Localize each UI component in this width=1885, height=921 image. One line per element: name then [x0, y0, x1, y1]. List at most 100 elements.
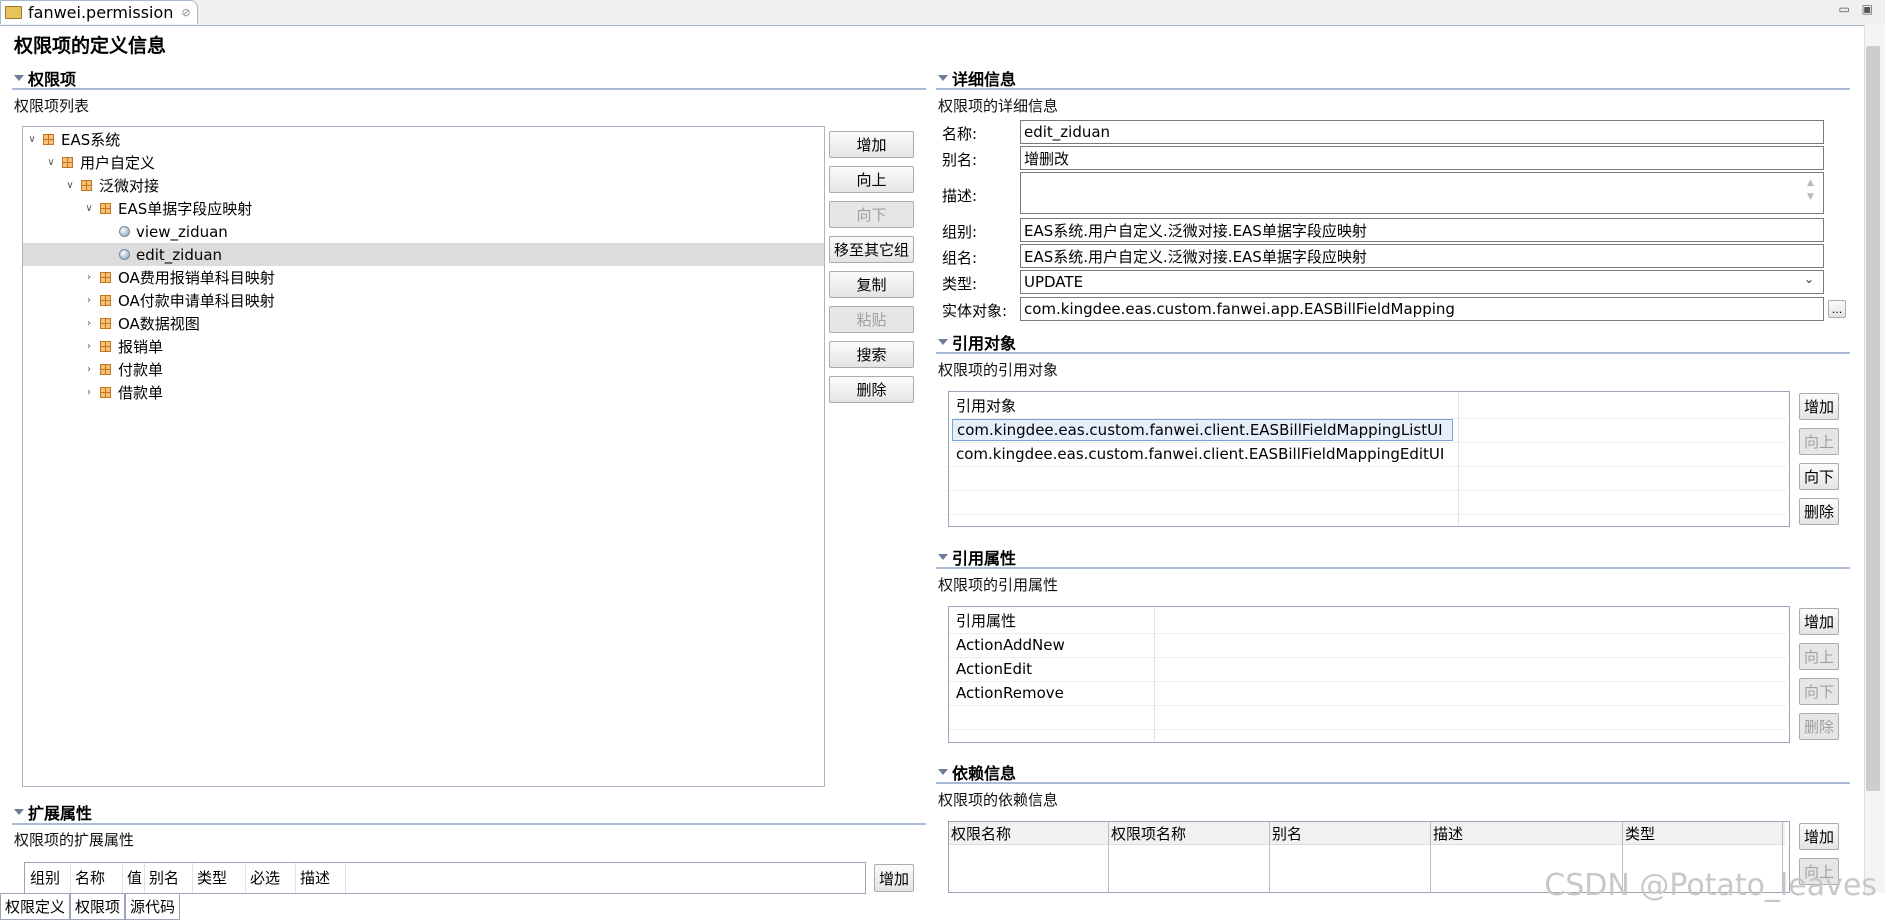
- name-field[interactable]: edit_ziduan: [1020, 120, 1824, 144]
- tree-item[interactable]: view_ziduan: [23, 220, 824, 243]
- table-row[interactable]: com.kingdee.eas.custom.fanwei.client.EAS…: [952, 443, 1457, 465]
- tree-item-label: EAS单据字段应映射: [118, 200, 253, 218]
- tree-item[interactable]: › OA费用报销单科目映射: [23, 266, 824, 289]
- ref-prop-action-button[interactable]: 增加: [1799, 608, 1839, 635]
- chevron-down-icon[interactable]: ∨: [65, 180, 75, 191]
- ext-column-header[interactable]: 别名: [149, 866, 179, 888]
- chevron-down-icon[interactable]: ∨: [46, 157, 56, 168]
- tree-item-label: 用户自定义: [80, 154, 156, 172]
- section-divider: [12, 823, 926, 825]
- chevron-right-icon[interactable]: ›: [84, 318, 94, 329]
- section-divider: [936, 88, 1850, 90]
- column-divider: [295, 863, 296, 893]
- section-ext-props[interactable]: 扩展属性: [14, 800, 92, 824]
- group-label: 组别:: [942, 223, 978, 241]
- bottom-tab[interactable]: 源代码: [125, 893, 181, 920]
- ref-object-action-button[interactable]: 增加: [1799, 393, 1839, 420]
- ext-column-header[interactable]: 必选: [250, 866, 280, 888]
- bottom-tab[interactable]: 权限定义: [0, 893, 71, 920]
- tree-action-button[interactable]: 复制: [829, 271, 914, 298]
- ref-prop-action-button[interactable]: 向上: [1799, 643, 1839, 670]
- section-permission-items[interactable]: 权限项: [14, 66, 76, 90]
- ref-object-action-button[interactable]: 向上: [1799, 428, 1839, 455]
- tree-item[interactable]: edit_ziduan: [23, 243, 824, 266]
- tree-item[interactable]: › OA付款申请单科目映射: [23, 289, 824, 312]
- deps-column-header[interactable]: 权限项名称: [1111, 822, 1186, 844]
- ext-column-header[interactable]: 描述: [300, 866, 330, 888]
- deps-column-header[interactable]: 权限名称: [951, 822, 1011, 844]
- tree-action-button[interactable]: 搜索: [829, 341, 914, 368]
- tree-item[interactable]: ∨ 泛微对接: [23, 174, 824, 197]
- chevron-down-icon[interactable]: ⌄: [1804, 272, 1814, 286]
- ref-props-table[interactable]: 引用属性 ActionAddNew ActionEdit ActionRemove: [948, 606, 1790, 743]
- type-select[interactable]: UPDATE: [1020, 270, 1824, 294]
- collapse-icon[interactable]: [938, 769, 948, 775]
- bottom-tab[interactable]: 权限项: [70, 893, 126, 920]
- section-deps[interactable]: 依赖信息: [938, 760, 1016, 784]
- deps-action-button[interactable]: 增加: [1799, 823, 1839, 850]
- deps-column-header[interactable]: 描述: [1433, 822, 1463, 844]
- table-row[interactable]: ActionRemove: [956, 682, 1064, 704]
- desc-field[interactable]: [1020, 172, 1824, 214]
- ext-column-header[interactable]: 值: [127, 866, 142, 888]
- deps-column-header[interactable]: 类型: [1625, 822, 1655, 844]
- tree-item-label: 借款单: [118, 384, 164, 402]
- tree-action-button[interactable]: 移至其它组: [829, 236, 914, 263]
- chevron-down-icon[interactable]: ∨: [84, 203, 94, 214]
- window-controls[interactable]: ▭ ▣: [1839, 2, 1878, 16]
- collapse-icon[interactable]: [14, 809, 24, 815]
- ext-column-header[interactable]: 类型: [197, 866, 227, 888]
- ref-object-action-button[interactable]: 删除: [1799, 498, 1839, 525]
- collapse-icon[interactable]: [14, 75, 24, 81]
- ext-add-button[interactable]: 增加: [874, 864, 914, 892]
- collapse-icon[interactable]: [938, 75, 948, 81]
- tree-item[interactable]: ∨ EAS系统: [23, 128, 824, 151]
- ext-props-table[interactable]: 组别 名称值别名 类型 必选 描述: [24, 862, 866, 894]
- collapse-icon[interactable]: [938, 554, 948, 560]
- close-icon[interactable]: ⊘: [181, 6, 190, 19]
- browse-button[interactable]: ...: [1828, 300, 1846, 318]
- tree-action-button[interactable]: 粘贴: [829, 306, 914, 333]
- tree-action-button[interactable]: 删除: [829, 376, 914, 403]
- ext-column-header[interactable]: 名称: [75, 866, 105, 888]
- tree-item[interactable]: › OA数据视图: [23, 312, 824, 335]
- ref-prop-action-button[interactable]: 向下: [1799, 678, 1839, 705]
- table-row[interactable]: ActionEdit: [956, 658, 1032, 680]
- groupname-field[interactable]: EAS系统.用户自定义.泛微对接.EAS单据字段应映射: [1020, 244, 1824, 268]
- section-ref-props[interactable]: 引用属性: [938, 545, 1016, 569]
- chevron-right-icon[interactable]: ›: [84, 295, 94, 306]
- table-row[interactable]: ActionAddNew: [956, 634, 1065, 656]
- editor-tab[interactable]: fanwei.permission ⊘: [0, 0, 198, 24]
- entity-field[interactable]: com.kingdee.eas.custom.fanwei.app.EASBil…: [1020, 297, 1824, 321]
- deps-column-header[interactable]: 别名: [1272, 822, 1302, 844]
- tree-item[interactable]: ∨ EAS单据字段应映射: [23, 197, 824, 220]
- desc-scroll-arrows[interactable]: ▲ ▼: [1807, 176, 1814, 204]
- alias-field[interactable]: 增删改: [1020, 146, 1824, 170]
- permission-tree[interactable]: ∨ EAS系统 ∨ 用户自定义 ∨ 泛微对接 ∨ EAS单据字段应映射 view_ziduan e…: [22, 126, 825, 787]
- section-ref-objects[interactable]: 引用对象: [938, 330, 1016, 354]
- type-select-value: UPDATE: [1024, 273, 1084, 291]
- tree-item[interactable]: › 付款单: [23, 358, 824, 381]
- column-divider: [1430, 822, 1431, 892]
- tree-action-button[interactable]: 向下: [829, 201, 914, 228]
- tree-item[interactable]: ∨ 用户自定义: [23, 151, 824, 174]
- tree-action-button[interactable]: 向上: [829, 166, 914, 193]
- ref-prop-action-button[interactable]: 删除: [1799, 713, 1839, 740]
- group-field[interactable]: EAS系统.用户自定义.泛微对接.EAS单据字段应映射: [1020, 218, 1824, 242]
- ref-objects-table[interactable]: 引用对象 com.kingdee.eas.custom.fanwei.clien…: [948, 391, 1790, 527]
- chevron-right-icon[interactable]: ›: [84, 387, 94, 398]
- section-detail[interactable]: 详细信息: [938, 66, 1016, 90]
- collapse-icon[interactable]: [938, 339, 948, 345]
- table-row[interactable]: com.kingdee.eas.custom.fanwei.client.EAS…: [952, 419, 1453, 441]
- chevron-down-icon[interactable]: ∨: [27, 134, 37, 145]
- scrollbar-thumb[interactable]: [1866, 46, 1880, 791]
- ref-object-action-button[interactable]: 向下: [1799, 463, 1839, 490]
- chevron-right-icon[interactable]: ›: [84, 272, 94, 283]
- tree-item[interactable]: › 借款单: [23, 381, 824, 404]
- tree-action-button[interactable]: 增加: [829, 131, 914, 158]
- tree-item[interactable]: › 报销单: [23, 335, 824, 358]
- ext-column-header[interactable]: 组别: [30, 866, 60, 888]
- chevron-right-icon[interactable]: ›: [84, 364, 94, 375]
- detail-subtitle: 权限项的详细信息: [938, 97, 1059, 115]
- chevron-right-icon[interactable]: ›: [84, 341, 94, 352]
